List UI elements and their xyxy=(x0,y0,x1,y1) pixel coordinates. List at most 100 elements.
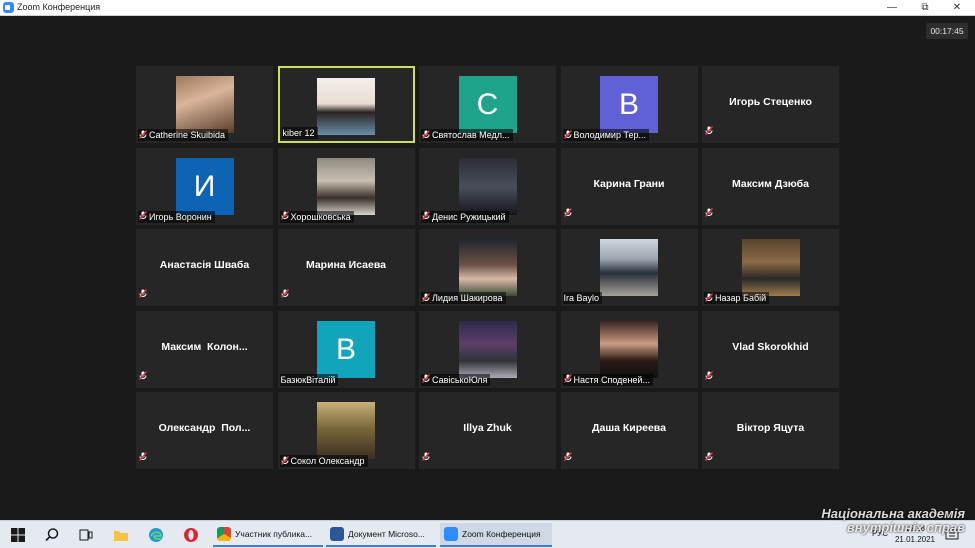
participant-name: Анастасія Шваба xyxy=(159,259,250,271)
muted-mic-icon xyxy=(704,204,714,222)
participant-tile[interactable]: Максим Колон... xyxy=(136,310,273,388)
taskbar-app-label: Zoom Конференция xyxy=(462,529,541,539)
window-title: Zoom Конференция xyxy=(17,2,101,12)
participant-name: Олександр Пол... xyxy=(158,422,251,434)
participant-tile[interactable]: Карина Грани xyxy=(560,147,698,225)
close-button[interactable]: ✕ xyxy=(942,0,972,16)
participant-avatar: В xyxy=(600,76,658,133)
participant-tile[interactable]: Анастасія Шваба xyxy=(136,229,273,306)
participant-name: Володимир Тер... xyxy=(573,130,646,140)
gallery-grid: Catherine Skuibida kiber 12 С Святослав Мед… xyxy=(136,66,839,470)
participant-name: Карина Грани xyxy=(593,177,665,190)
participant-video xyxy=(600,320,658,378)
chrome-icon xyxy=(217,527,231,541)
participant-name-label: СавіськоЮля xyxy=(421,373,491,386)
muted-mic-icon xyxy=(421,374,431,385)
participant-tile[interactable]: СавіськоЮля xyxy=(419,310,556,388)
participant-video xyxy=(458,320,517,378)
windows-start-icon[interactable] xyxy=(10,527,26,543)
participant-video xyxy=(600,239,658,296)
participant-avatar: В xyxy=(317,320,375,378)
zoom-logo-icon xyxy=(3,2,14,13)
participant-video xyxy=(317,78,375,135)
participant-tile[interactable]: Ira Baylo xyxy=(560,229,698,306)
participant-video xyxy=(458,157,517,215)
muted-mic-icon xyxy=(704,292,714,304)
zoom-icon xyxy=(444,527,458,541)
word-icon xyxy=(330,527,344,541)
participant-tile[interactable]: Сокол Олександр xyxy=(277,392,415,469)
muted-mic-icon xyxy=(421,292,431,304)
opera-icon[interactable] xyxy=(183,527,199,543)
file-explorer-icon[interactable] xyxy=(113,527,129,543)
participant-tile[interactable]: И Игорь Воронин xyxy=(136,147,273,225)
participant-name: Ira Baylo xyxy=(563,293,600,303)
participant-tile[interactable]: Назар Бабій xyxy=(702,229,839,306)
participant-tile[interactable]: Vlad Skorokhid xyxy=(702,310,839,388)
institution-watermark: Національна академія внутрішніх справ xyxy=(821,507,965,535)
participant-tile[interactable]: С Святослав Медл... xyxy=(419,66,556,143)
watermark-line2: внутрішніх справ xyxy=(846,520,965,535)
participant-name: Назар Бабій xyxy=(715,293,767,303)
participant-tile[interactable]: Олександр Пол... xyxy=(136,392,273,469)
taskbar-app-button[interactable]: Участник публика... xyxy=(213,523,323,547)
participant-video xyxy=(317,157,375,215)
participant-name: Максим Дзюба xyxy=(732,177,809,190)
muted-mic-icon xyxy=(138,367,148,385)
taskbar-app-button[interactable]: Zoom Конференция xyxy=(440,523,552,547)
participant-tile[interactable]: Illya Zhuk xyxy=(419,392,556,469)
task-view-icon[interactable] xyxy=(78,527,94,543)
taskbar-app-label: Документ Microso... xyxy=(348,529,425,539)
participant-name-label: Святослав Медл... xyxy=(421,129,513,141)
participant-video xyxy=(175,76,234,133)
participant-name-label: БазюкВіталій xyxy=(279,373,339,386)
participant-name-label: Денис Ружицький xyxy=(421,210,509,223)
restore-button[interactable]: ⧉ xyxy=(910,0,940,16)
participant-name: Игорь Воронин xyxy=(149,211,212,222)
participant-tile[interactable]: Хорошковська xyxy=(277,147,415,225)
muted-mic-icon xyxy=(138,211,148,222)
muted-mic-icon xyxy=(138,129,148,141)
participant-name: Хорошковська xyxy=(290,211,351,222)
participant-tile[interactable]: kiber 12 xyxy=(277,66,415,143)
muted-mic-icon xyxy=(563,448,572,466)
participant-name-label: Назар Бабій xyxy=(704,292,770,304)
minimize-button[interactable]: — xyxy=(877,0,907,16)
participant-name: Игорь Стеценко xyxy=(729,96,812,108)
edge-icon[interactable] xyxy=(148,527,164,543)
participant-name: kiber 12 xyxy=(282,128,315,138)
participant-name-label: Лидия Шакирова xyxy=(421,292,506,304)
muted-mic-icon xyxy=(138,285,148,303)
search-icon[interactable] xyxy=(44,527,60,543)
participant-tile[interactable]: Даша Киреева xyxy=(560,392,698,469)
participant-name: Catherine Skuibida xyxy=(149,130,226,140)
participant-name: Illya Zhuk xyxy=(463,422,512,434)
muted-mic-icon xyxy=(563,129,572,141)
taskbar-app-button[interactable]: Документ Microso... xyxy=(326,523,436,547)
participant-avatar: И xyxy=(175,157,234,215)
participant-tile[interactable]: Настя Споденей... xyxy=(560,310,698,388)
participant-name: БазюкВіталій xyxy=(280,374,336,385)
participant-tile[interactable]: Марина Исаева xyxy=(277,229,415,306)
date-text: 21.01.2021 xyxy=(894,535,935,544)
participant-tile[interactable]: Игорь Стеценко xyxy=(702,66,839,143)
participant-tile[interactable]: В Володимир Тер... xyxy=(560,66,698,143)
participant-tile[interactable]: Денис Ружицький xyxy=(419,147,556,225)
participant-name-label: kiber 12 xyxy=(281,127,318,139)
participant-tile[interactable]: Catherine Skuibida xyxy=(136,66,273,143)
muted-mic-icon xyxy=(421,129,431,141)
participant-name-label: Игорь Воронин xyxy=(138,210,215,223)
participant-tile[interactable]: Віктор Яцута xyxy=(702,392,839,469)
muted-mic-icon xyxy=(421,448,431,466)
participant-name: Денис Ружицький xyxy=(432,211,506,222)
participant-name: Лидия Шакирова xyxy=(432,293,503,303)
muted-mic-icon xyxy=(280,455,289,467)
muted-mic-icon xyxy=(563,374,572,385)
participant-tile[interactable]: В БазюкВіталій xyxy=(277,310,415,388)
muted-mic-icon xyxy=(280,211,289,222)
participant-tile[interactable]: Максим Дзюба xyxy=(702,147,839,225)
participant-avatar: С xyxy=(458,76,517,133)
meeting-timer: 00:17:45 xyxy=(926,23,968,39)
participant-tile[interactable]: Лидия Шакирова xyxy=(419,229,556,306)
muted-mic-icon xyxy=(138,448,148,466)
